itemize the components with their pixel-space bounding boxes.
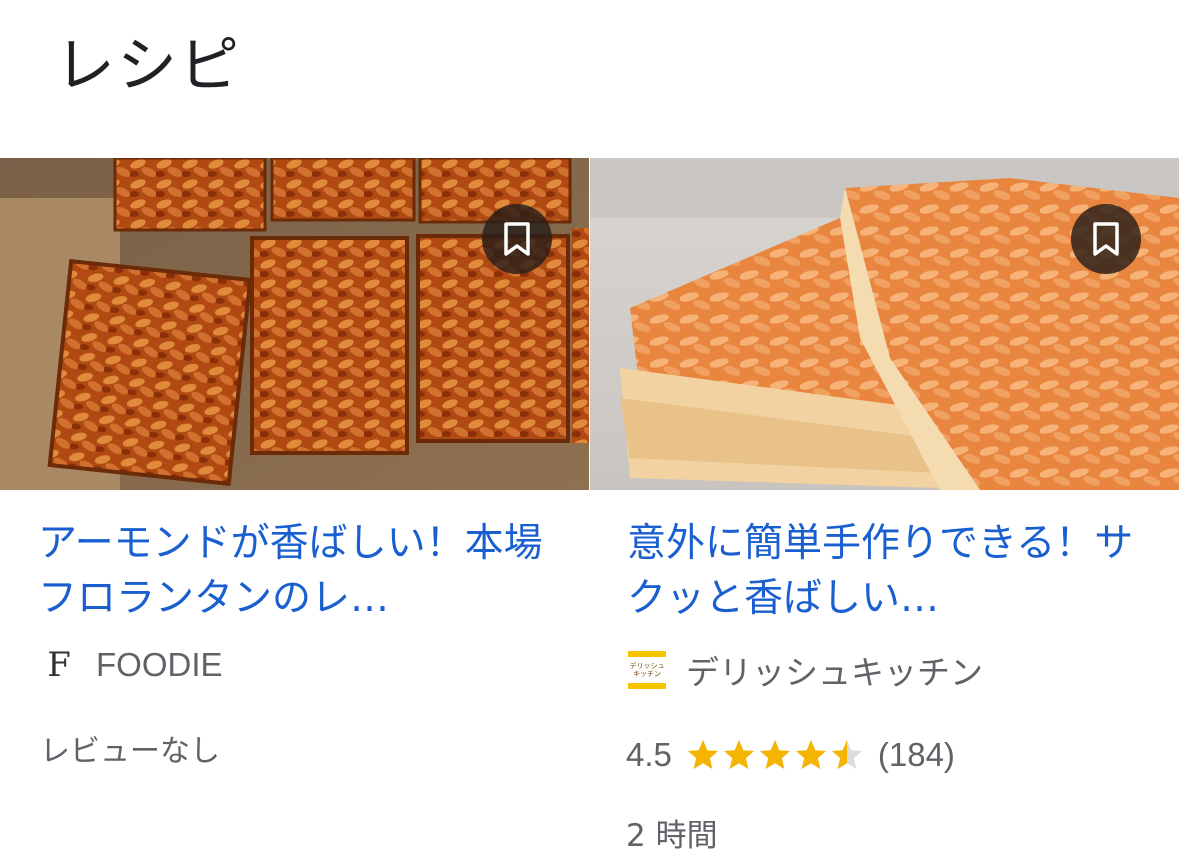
bookmark-button[interactable] [482,204,552,274]
recipe-image-2[interactable] [590,158,1179,490]
star-icon [723,740,754,769]
recipe-title-2[interactable]: 意外に簡単手作りできる！サクッと香ばしい… [627,516,1167,626]
source-name: FOODIE [96,646,223,683]
star-icon [759,740,790,769]
star-icon [687,740,718,769]
bookmark-icon [1093,222,1119,256]
recipe-card-2[interactable]: 意外に簡単手作りできる！サクッと香ばしい… デリッシュ キッチン デリッシュキッ… [590,158,1179,865]
review-count: (184) [877,736,955,773]
recipe-source-1: F FOODIE [42,645,223,685]
section-title: レシピ [55,31,241,101]
cook-time: 2 時間 [626,818,718,854]
recipe-card-1[interactable]: アーモンドが香ばしい！本場フロランタンのレ… F FOODIE レビューなし [0,158,589,865]
foodie-logo: F [47,645,71,685]
recipe-source-2: デリッシュ キッチン デリッシュキッチン [628,646,983,694]
recipe-title-1[interactable]: アーモンドが香ばしい！本場フロランタンのレ… [38,516,568,626]
delish-kitchen-logo-line-1: デリッシュ [629,662,665,670]
star-icon [831,740,862,769]
bookmark-button[interactable] [1071,204,1141,274]
delish-kitchen-logo: デリッシュ キッチン [628,651,666,689]
delish-kitchen-logo-line-2: キッチン [633,670,661,678]
source-name: デリッシュキッチン [686,654,983,691]
bookmark-icon [504,222,530,256]
star-rating [686,738,866,772]
rating-row: 4.5 (184) [626,736,955,774]
rating-value: 4.5 [626,736,672,773]
review-status: レビューなし [40,734,220,769]
star-icon [795,740,826,769]
recipe-image-1[interactable] [0,158,589,490]
